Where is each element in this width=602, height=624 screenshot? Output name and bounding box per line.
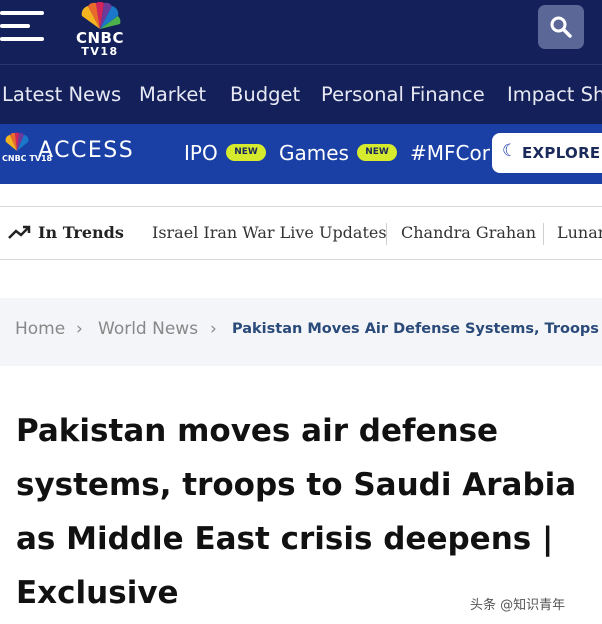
trend-separator <box>543 223 544 245</box>
search-button[interactable] <box>538 5 584 49</box>
breadcrumb: Home › World News › Pakistan Moves Air D… <box>0 298 602 366</box>
breadcrumb-world-news[interactable]: World News <box>98 319 198 339</box>
new-badge-games: NEW <box>357 144 397 161</box>
access-logo[interactable]: CNBC TV18 <box>2 132 53 168</box>
nav-market[interactable]: Market <box>139 83 206 106</box>
access-item-ipo[interactable]: IPO <box>184 141 218 165</box>
site-header: CNBC TV18 <box>0 0 602 64</box>
nav-latest-news[interactable]: Latest News <box>2 83 121 106</box>
access-item-mfcorner[interactable]: #MFCor <box>410 141 490 165</box>
trending-up-icon <box>8 225 31 239</box>
access-label: ACCESS <box>38 138 135 163</box>
nav-personal-finance[interactable]: Personal Finance <box>321 83 485 106</box>
trend-item-chandra-grahan[interactable]: Chandra Grahan <box>401 223 536 242</box>
trend-item-israel-iran[interactable]: Israel Iran War Live Updates <box>152 223 387 242</box>
explore-icon: ☾ <box>502 141 518 161</box>
explore-button[interactable]: ☾ EXPLORE <box>492 133 602 173</box>
new-badge-ipo: NEW <box>226 144 266 161</box>
access-logo-text: CNBC TV18 <box>2 154 53 163</box>
access-item-games[interactable]: Games <box>279 141 349 165</box>
explore-label: EXPLORE <box>522 144 601 162</box>
trend-separator <box>386 223 387 245</box>
logo-tv18-text: TV18 <box>81 45 119 58</box>
chevron-right-icon: › <box>76 319 83 339</box>
breadcrumb-home[interactable]: Home <box>15 319 65 339</box>
nav-impact-shorts[interactable]: Impact Sh <box>507 83 602 106</box>
hamburger-menu-icon[interactable] <box>0 9 46 45</box>
breadcrumb-current: Pakistan Moves Air Defense Systems, Troo… <box>232 321 602 337</box>
nav-budget[interactable]: Budget <box>230 83 300 106</box>
article-headline: Pakistan moves air defense systems, troo… <box>16 413 577 611</box>
peacock-mini-icon <box>5 132 29 151</box>
trends-bar: In Trends Israel Iran War Live Updates C… <box>0 206 602 260</box>
chevron-right-icon: › <box>210 319 217 339</box>
main-navigation: Latest News Market Budget Personal Finan… <box>0 64 602 124</box>
access-bar: CNBC TV18 ACCESS IPO NEW Games NEW #MFCo… <box>0 124 602 184</box>
search-icon <box>550 16 572 38</box>
peacock-icon <box>81 2 121 29</box>
trend-item-lunar[interactable]: Lunar <box>557 223 602 242</box>
watermark: 头条 @知识青年 <box>470 598 566 613</box>
cnbc-tv18-logo[interactable]: CNBC TV18 <box>68 2 132 60</box>
trends-label: In Trends <box>38 223 124 242</box>
